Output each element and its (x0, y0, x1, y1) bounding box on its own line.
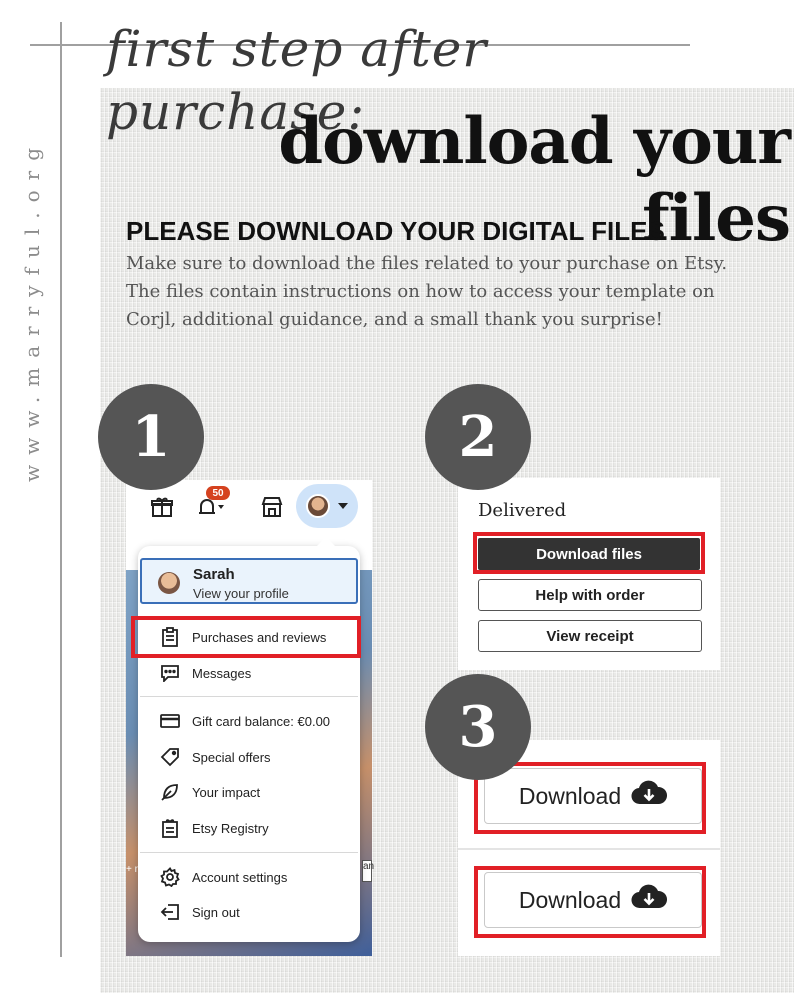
gift-card-icon (160, 711, 180, 731)
cut-off-button: an (362, 860, 374, 882)
menu-divider (140, 696, 358, 697)
menu-item-label: Account settings (192, 869, 288, 885)
cut-off-text: + r (126, 864, 138, 875)
sign-out-icon (160, 902, 180, 922)
profile-subtitle: View your profile (193, 586, 289, 601)
menu-item-label: Sign out (192, 904, 240, 920)
menu-item-label: Special offers (192, 749, 271, 765)
tag-icon (160, 747, 180, 767)
menu-item-label: Your impact (192, 784, 261, 800)
profile-name: Sarah (193, 566, 235, 583)
menu-item-gift-card[interactable]: Gift card balance: €0.00 (160, 709, 330, 733)
chevron-down-icon (338, 503, 348, 509)
registry-icon (160, 818, 180, 838)
avatar (158, 572, 180, 594)
message-icon (160, 663, 180, 683)
gear-icon (160, 867, 180, 887)
avatar (306, 494, 330, 518)
menu-item-your-impact[interactable]: Your impact (160, 780, 260, 804)
menu-item-label: Messages (192, 665, 252, 681)
menu-item-label: Gift card balance: €0.00 (192, 713, 331, 729)
help-with-order-button[interactable]: Help with order (478, 579, 702, 611)
highlight-box (474, 762, 706, 834)
instructions-text: Make sure to download the files related … (126, 253, 728, 330)
notification-badge: 50 (206, 486, 230, 500)
shop-icon[interactable] (260, 490, 284, 524)
menu-item-messages[interactable]: Messages (160, 661, 251, 685)
menu-item-special-offers[interactable]: Special offers (160, 745, 271, 769)
step-3-badge: 3 (425, 674, 531, 780)
view-receipt-button[interactable]: View receipt (478, 620, 702, 652)
step-2-badge: 2 (425, 384, 531, 490)
menu-item-sign-out[interactable]: Sign out (160, 900, 240, 924)
menu-item-registry[interactable]: Etsy Registry (160, 816, 269, 840)
section-heading: PLEASE DOWNLOAD YOUR DIGITAL FILES (126, 216, 665, 246)
menu-divider (140, 852, 358, 853)
account-menu-button[interactable] (296, 484, 358, 528)
gift-icon[interactable] (150, 490, 174, 524)
profile-link[interactable]: Sarah View your profile (140, 558, 358, 604)
leaf-icon (160, 782, 180, 802)
panel-divider (458, 848, 720, 850)
dropdown-caret (316, 537, 336, 547)
highlight-box (473, 532, 705, 574)
order-status: Delivered (478, 500, 567, 521)
step-1-badge: 1 (98, 384, 204, 490)
side-rule (60, 22, 62, 957)
menu-item-label: Etsy Registry (192, 820, 269, 836)
highlight-box (131, 616, 361, 658)
menu-item-account-settings[interactable]: Account settings (160, 865, 287, 889)
highlight-box (474, 866, 706, 938)
